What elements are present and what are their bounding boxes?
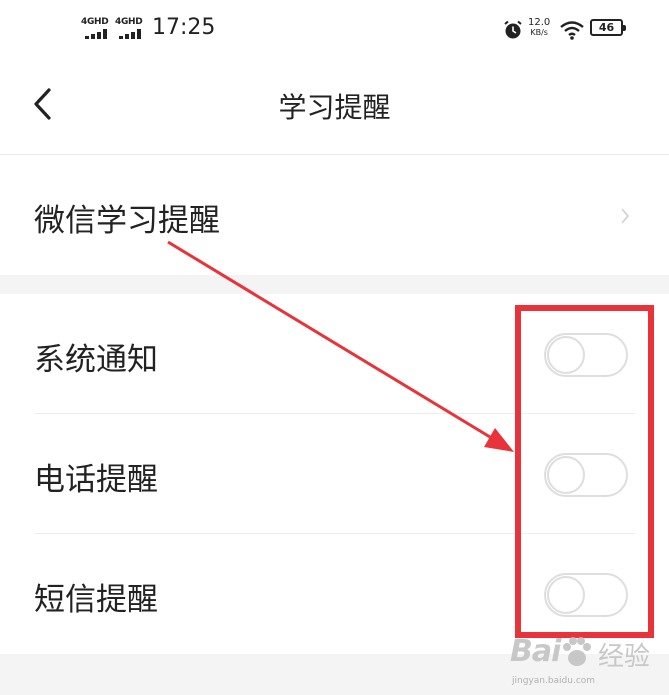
annotation-highlight-box <box>515 305 654 638</box>
network-type-label: 4GHD <box>115 17 143 27</box>
network-speed: 12.0 KB/s <box>528 17 551 38</box>
wechat-reminder-row[interactable]: 微信学习提醒 <box>0 155 669 275</box>
chevron-right-icon <box>621 208 630 224</box>
network-type-label: 4GHD <box>81 17 109 27</box>
nav-bar: 学习提醒 <box>0 62 669 155</box>
page-title: 学习提醒 <box>278 91 391 124</box>
alarm-clock-icon <box>504 20 522 39</box>
phone-reminder-label: 电话提醒 <box>34 462 158 498</box>
sms-reminder-label: 短信提醒 <box>34 582 158 618</box>
baidu-jingyan-watermark: Bai 经验 jingyan.baidu.com <box>510 634 651 686</box>
wechat-reminder-label: 微信学习提醒 <box>34 203 220 239</box>
battery-icon: 46 <box>590 19 626 36</box>
system-notification-label: 系统通知 <box>34 342 158 378</box>
signal-strength-icon: 4GHD <box>115 17 147 41</box>
signal-strength-icon: 4GHD <box>81 17 113 41</box>
paw-logo-icon <box>563 637 591 666</box>
clock-time: 17:25 <box>152 15 216 40</box>
wifi-icon <box>560 21 584 40</box>
status-bar: 4GHD 4GHD 17:25 12.0 KB/s 46 <box>0 0 669 62</box>
